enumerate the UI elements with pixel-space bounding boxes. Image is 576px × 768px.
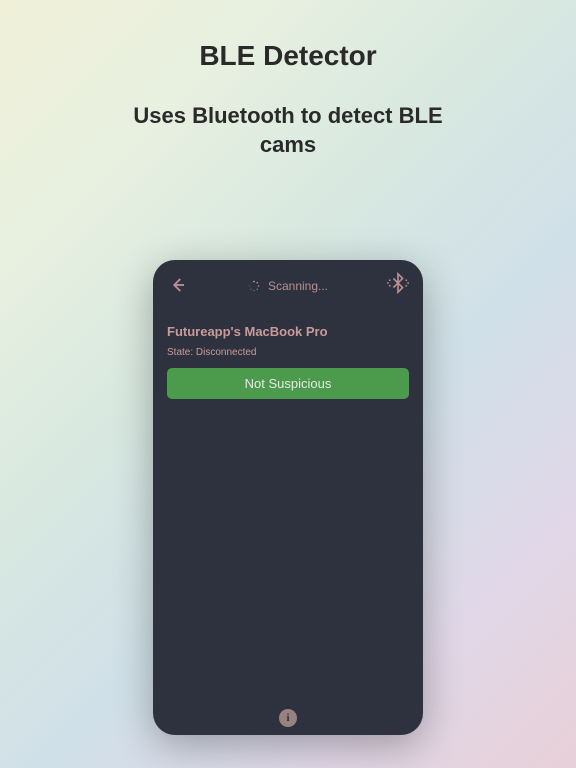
back-arrow-icon[interactable] [169, 276, 187, 294]
device-state: State: Disconnected [167, 347, 409, 358]
page-subtitle: Uses Bluetooth to detect BLE cams [0, 102, 576, 159]
phone-preview-frame: Scanning... Futureapp's MacBook Pro Stat… [153, 260, 423, 735]
scanning-label: Scanning... [268, 279, 328, 293]
scanning-status: Scanning... [248, 279, 328, 293]
info-button[interactable]: i [279, 709, 297, 727]
page-title: BLE Detector [0, 0, 576, 72]
bluetooth-icon[interactable] [387, 272, 409, 294]
subtitle-line-1: Uses Bluetooth to detect BLE [133, 103, 442, 128]
phone-header: Scanning... [167, 274, 409, 298]
not-suspicious-button[interactable]: Not Suspicious [167, 368, 409, 399]
device-name: Futureapp's MacBook Pro [167, 324, 409, 339]
spinner-icon [248, 280, 260, 292]
info-icon: i [286, 712, 289, 724]
subtitle-line-2: cams [260, 132, 316, 157]
